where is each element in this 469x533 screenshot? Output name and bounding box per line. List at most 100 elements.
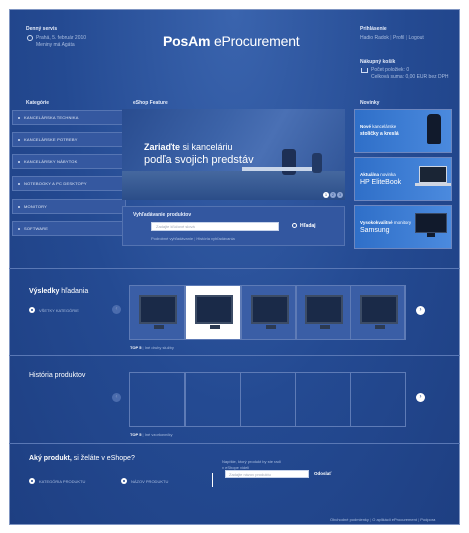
login-title: Prihlásenie	[360, 26, 387, 32]
search-icon[interactable]	[292, 223, 297, 228]
bullet-icon	[18, 117, 20, 119]
history-slot[interactable]	[350, 372, 406, 427]
category-item[interactable]: KANCELÁRSKY NÁBYTOK	[12, 154, 126, 169]
results-link[interactable]: Iné druhy služby	[145, 345, 174, 350]
filter-radio[interactable]	[29, 307, 35, 313]
support-link[interactable]: Podpora	[420, 517, 435, 522]
banner-floor	[122, 171, 345, 200]
results-title-strong: Výsledky	[29, 288, 60, 295]
cart-items: Počet položiek: 0	[371, 67, 409, 73]
category-item[interactable]: KANCELÁRSKE POTREBY	[12, 132, 126, 147]
about-link[interactable]: O aplikácii eProcurement	[372, 517, 417, 522]
news-strong: Nové	[360, 124, 372, 129]
profile-link[interactable]: Profil	[393, 35, 404, 41]
logout-link[interactable]: Logout	[409, 35, 424, 41]
banner-line2: podľa svojich predstáv	[144, 154, 254, 166]
wish-input[interactable]: Zadajte názov produktu	[225, 470, 309, 478]
divider	[9, 355, 460, 356]
category-label: NOTEBOOKY A PC DESKTOPY	[24, 181, 87, 186]
separator: |	[405, 35, 408, 41]
categories-title: Kategórie	[26, 100, 50, 106]
banner-page[interactable]: 2	[330, 192, 336, 198]
banner-desk	[242, 167, 312, 171]
divider	[9, 268, 460, 269]
separator: |	[142, 432, 144, 437]
advanced-search-link[interactable]: Podrobné vyhľadávanie	[151, 236, 193, 241]
news-item[interactable]: Aktuálna novinka HP EliteBook	[354, 157, 452, 201]
product-thumb[interactable]	[129, 285, 185, 340]
wish-hint1: Napíšte, ktorý produkt by ste radi	[222, 459, 281, 464]
bullet-icon	[18, 139, 20, 141]
news-line2: stoličky a kreslá	[360, 131, 399, 137]
cart-icon[interactable]	[361, 68, 368, 73]
search-button[interactable]: Hľadaj	[300, 223, 316, 229]
option-name-label: NÁZOV PRODUKTU	[131, 479, 169, 484]
bullet-icon	[18, 161, 20, 163]
separator: |	[370, 517, 372, 522]
history-slot[interactable]	[240, 372, 296, 427]
bullet-icon	[18, 228, 20, 230]
next-arrow-icon[interactable]: ›	[416, 393, 425, 402]
news-rest: monitory	[392, 220, 412, 225]
wish-title: Aký produkt, si želáte v eShope?	[29, 455, 135, 462]
separator: |	[418, 517, 420, 522]
monitor-image	[305, 295, 343, 329]
history-slot[interactable]	[185, 372, 241, 427]
cart-items-value: 0	[406, 67, 410, 73]
login-user: Hadio Radok	[360, 35, 389, 41]
history-title: História produktov	[29, 372, 86, 379]
category-item[interactable]: KANCELÁRSKA TECHNIKA	[12, 110, 126, 125]
feature-banner[interactable]: Zariaďte si kanceláriu podľa svojich pre…	[122, 109, 345, 200]
news-title: Novinky	[360, 100, 380, 106]
news-item[interactable]: Nové kancelárske stoličky a kreslá	[354, 109, 452, 153]
results-footer: TOP 5 | Iné druhy služby	[130, 345, 174, 350]
terms-link[interactable]: Obchodné podmienky	[330, 517, 369, 522]
login-row: Hadio Radok | Profil | Logout	[360, 35, 424, 41]
banner-page[interactable]: 1	[323, 192, 329, 198]
banner-line1-strong: Zariaďte	[144, 142, 180, 152]
logo[interactable]: PosAm eProcurement	[163, 33, 300, 49]
category-item[interactable]: SOFTWARE	[12, 221, 126, 236]
prev-arrow-icon[interactable]: ‹	[112, 393, 121, 402]
news-item[interactable]: Vysokokvalitné monitory Samsung	[354, 205, 452, 249]
vertical-divider	[212, 473, 213, 487]
feature-title: eShop Feature	[133, 100, 168, 106]
banner-line1: Zariaďte si kanceláriu	[144, 142, 233, 152]
news-line1: Aktuálna novinka	[360, 172, 396, 177]
wish-title-strong: Aký produkt,	[29, 455, 72, 462]
banner-page[interactable]: 3	[337, 192, 343, 198]
history-slot[interactable]	[129, 372, 185, 427]
cart-items-label: Počet položiek:	[371, 67, 405, 73]
submit-button[interactable]: Odoslať	[314, 471, 331, 476]
clock-icon	[27, 35, 33, 41]
results-title-rest: hľadania	[59, 288, 89, 295]
product-thumb[interactable]	[295, 285, 351, 340]
category-label: KANCELÁRSKE POTREBY	[24, 137, 78, 142]
option-radio[interactable]	[29, 478, 35, 484]
separator: |	[142, 345, 144, 350]
option-category-label: KATEGÓRIA PRODUKTU	[39, 479, 86, 484]
history-slot[interactable]	[295, 372, 351, 427]
history-link[interactable]: Iné vzorkovníky	[145, 432, 173, 437]
option-radio[interactable]	[121, 478, 127, 484]
product-thumb[interactable]	[350, 285, 406, 340]
search-history-link[interactable]: História vyhľadávania	[196, 236, 234, 241]
results-title: Výsledky hľadania	[29, 288, 88, 295]
search-input[interactable]: Zadajte kľúčové slová	[151, 222, 279, 231]
category-label: SOFTWARE	[24, 226, 49, 231]
prev-arrow-icon[interactable]: ‹	[112, 305, 121, 314]
category-item[interactable]: NOTEBOOKY A PC DESKTOPY	[12, 176, 126, 191]
search-panel: Vyhľadávanie produktov Zadajte kľúčové s…	[122, 206, 345, 246]
news-rest: novinka	[379, 172, 396, 177]
banner-line1-rest: si kanceláriu	[179, 142, 233, 152]
category-item[interactable]: MONITORY	[12, 199, 126, 214]
cart-total: Celková suma: 0,00 EUR bez DPH	[371, 74, 449, 80]
product-thumb[interactable]	[241, 285, 297, 340]
logo-product: eProcurement	[210, 33, 300, 49]
cart-title: Nákupný košík	[360, 59, 396, 65]
next-arrow-icon[interactable]: ›	[416, 306, 425, 315]
category-label: MONITORY	[24, 204, 48, 209]
history-top: TOP 5	[130, 432, 142, 437]
bullet-icon	[18, 206, 20, 208]
product-thumb[interactable]	[185, 285, 241, 340]
